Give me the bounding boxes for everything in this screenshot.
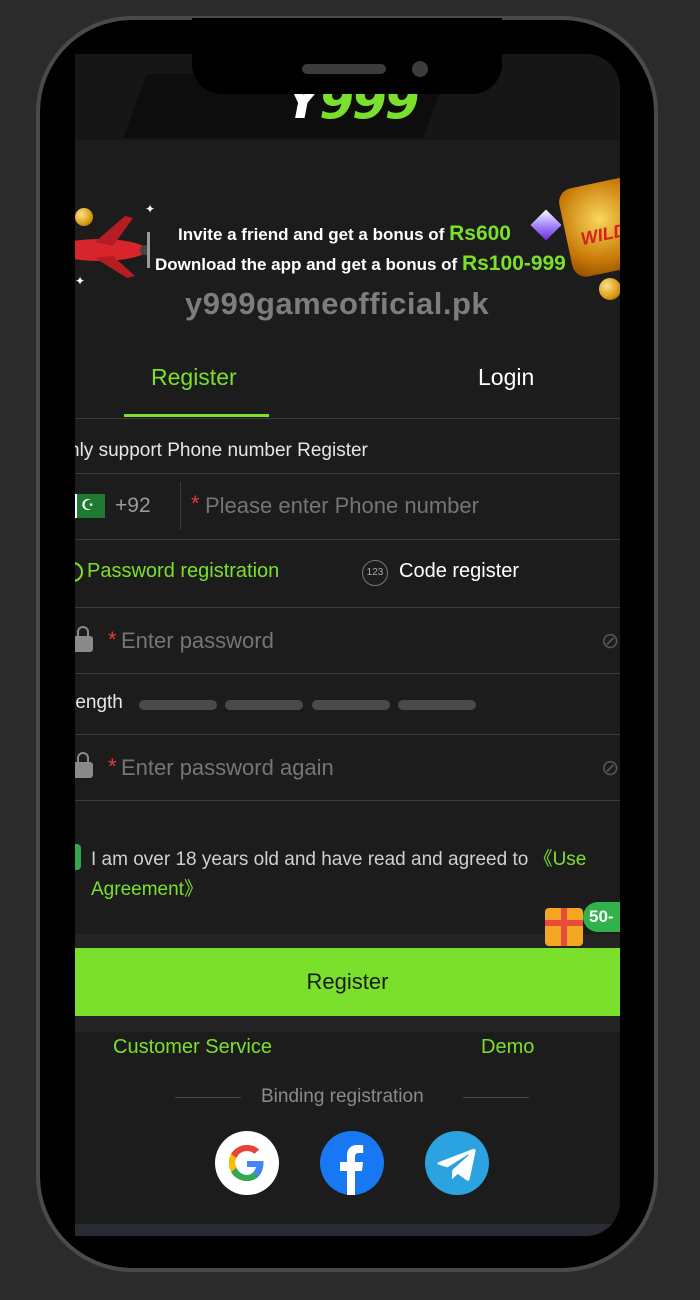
required-mark: * — [108, 627, 117, 652]
confirm-password-input[interactable] — [121, 753, 541, 783]
register-notice: nly support Phone number Register — [75, 440, 368, 461]
active-tab-indicator — [124, 414, 269, 417]
code-register-radio-icon[interactable]: 123 — [362, 560, 388, 586]
phone-input[interactable] — [205, 491, 620, 521]
strength-segment — [312, 700, 390, 710]
google-login-button[interactable] — [215, 1131, 279, 1195]
divider — [75, 673, 620, 674]
divider — [75, 734, 620, 735]
agreement-checkbox[interactable] — [75, 844, 81, 870]
tab-register[interactable]: Register — [151, 364, 237, 391]
divider — [75, 539, 620, 540]
banner-invite-text: Invite a friend and get a bonus of Rs600 — [178, 222, 511, 245]
required-mark: * — [108, 754, 117, 779]
lock-icon — [75, 752, 93, 778]
sparkle-icon: ✦ — [75, 274, 86, 288]
divider — [75, 473, 620, 474]
hide-password-icon[interactable]: ⊘ — [601, 755, 619, 781]
customer-service-link[interactable]: Customer Service — [113, 1036, 272, 1059]
country-code[interactable]: +92 — [115, 494, 151, 518]
speaker — [302, 64, 386, 74]
watermark-text: y999gameofficial.pk — [185, 286, 490, 321]
wild-label: WILD — [578, 219, 620, 250]
register-button[interactable]: Register — [75, 948, 620, 1016]
camera — [412, 61, 428, 77]
telegram-login-button[interactable] — [425, 1131, 489, 1195]
telegram-icon — [437, 1148, 476, 1181]
agreement-text: I am over 18 years old and have read and… — [91, 849, 587, 870]
google-icon — [229, 1145, 264, 1181]
facebook-icon — [340, 1145, 364, 1195]
tab-login[interactable]: Login — [478, 364, 534, 391]
password-strength-label: rength — [75, 692, 123, 713]
user-agreement-link[interactable]: 《Use — [534, 849, 587, 870]
facebook-login-button[interactable] — [320, 1131, 384, 1195]
code-register-option[interactable]: Code register — [399, 560, 519, 583]
strength-segment — [225, 700, 303, 710]
auth-tabs: Register Login — [75, 344, 620, 419]
password-registration-option[interactable]: Password registration — [87, 560, 279, 583]
divider — [463, 1097, 529, 1098]
banner-download-amount: Rs100-999 — [461, 252, 566, 275]
divider — [75, 607, 620, 608]
required-mark: * — [191, 491, 200, 516]
lock-icon — [75, 626, 93, 652]
coin-icon — [75, 208, 93, 226]
phone-notch — [192, 18, 502, 94]
divider — [175, 1097, 241, 1098]
strength-segment — [398, 700, 476, 710]
strength-segment — [139, 700, 217, 710]
user-agreement-link[interactable]: Agreement》 — [91, 874, 203, 901]
app-screen: Y999 ✦ ✦ ✦ WILD Invite a friend and get … — [75, 54, 620, 1236]
gift-badge[interactable]: 50- — [583, 902, 620, 932]
divider — [75, 800, 620, 801]
password-input[interactable] — [121, 626, 541, 656]
hide-password-icon[interactable]: ⊘ — [601, 628, 619, 654]
sparkle-icon: ✦ — [145, 202, 156, 216]
banner-download-text: Download the app and get a bonus of Rs10… — [155, 252, 566, 275]
bottom-strip — [75, 1224, 620, 1236]
coin-icon — [599, 278, 620, 300]
banner-invite-amount: Rs600 — [449, 222, 511, 245]
gem-icon — [530, 209, 562, 241]
demo-link[interactable]: Demo — [481, 1036, 534, 1059]
wild-badge-icon: WILD — [556, 174, 620, 280]
binding-registration-label: Binding registration — [261, 1086, 424, 1107]
pakistan-flag-icon[interactable]: ☪ — [75, 494, 105, 518]
gift-icon[interactable] — [545, 908, 583, 946]
password-registration-radio[interactable] — [75, 562, 83, 582]
divider — [180, 482, 181, 530]
